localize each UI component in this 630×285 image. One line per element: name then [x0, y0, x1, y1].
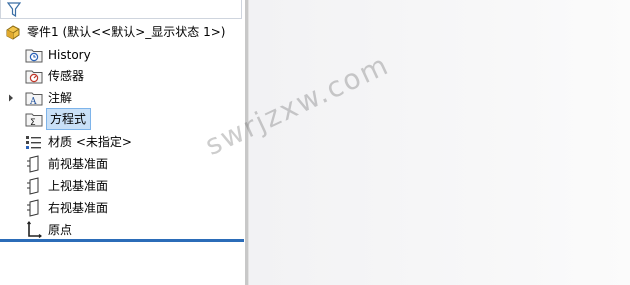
filter-icon[interactable]: [7, 2, 21, 18]
material-icon: [26, 136, 41, 149]
tree-item-front-plane[interactable]: 前视基准面: [25, 154, 108, 174]
tree-item-history[interactable]: History: [25, 45, 91, 65]
tree-item-part[interactable]: 零件1 (默认<<默认>_显示状态 1>): [4, 22, 225, 42]
part-icon: [6, 25, 20, 40]
origin-label: 原点: [48, 223, 73, 237]
front-plane-label: 前视基准面: [48, 157, 109, 171]
tree-item-equations[interactable]: Σ 方程式: [25, 108, 92, 130]
filter-bar[interactable]: [0, 0, 242, 19]
equations-label: 方程式: [45, 108, 92, 130]
svg-text:A: A: [29, 97, 37, 107]
part-label: 零件1 (默认<<默认>_显示状态 1>): [27, 25, 226, 39]
sensors-label: 传感器: [48, 69, 85, 83]
material-label: 材质 <未指定>: [48, 135, 132, 149]
tree-item-material[interactable]: 材质 <未指定>: [25, 132, 132, 152]
sensors-folder-icon: [25, 70, 43, 84]
annotations-folder-icon: A: [25, 92, 43, 107]
annotations-label: 注解: [48, 91, 73, 105]
plane-icon: [27, 155, 39, 173]
plane-icon: [27, 199, 39, 217]
history-label: History: [48, 48, 91, 62]
panel-bottom-divider: [0, 239, 244, 242]
svg-text:Σ: Σ: [30, 118, 36, 128]
tree-item-top-plane[interactable]: 上视基准面: [25, 176, 108, 196]
tree-item-origin[interactable]: 原点: [25, 220, 72, 240]
tree-item-annotations[interactable]: A 注解: [25, 88, 72, 108]
graphics-area[interactable]: [249, 0, 630, 285]
top-plane-label: 上视基准面: [48, 179, 109, 193]
history-folder-icon: [25, 49, 43, 63]
right-plane-label: 右视基准面: [48, 201, 109, 215]
tree-item-right-plane[interactable]: 右视基准面: [25, 198, 108, 218]
tree-item-sensors[interactable]: 传感器: [25, 66, 84, 86]
plane-icon: [27, 177, 39, 195]
origin-icon: [27, 221, 42, 238]
expand-arrow-icon[interactable]: [7, 94, 15, 102]
equations-folder-icon: Σ: [25, 113, 43, 128]
